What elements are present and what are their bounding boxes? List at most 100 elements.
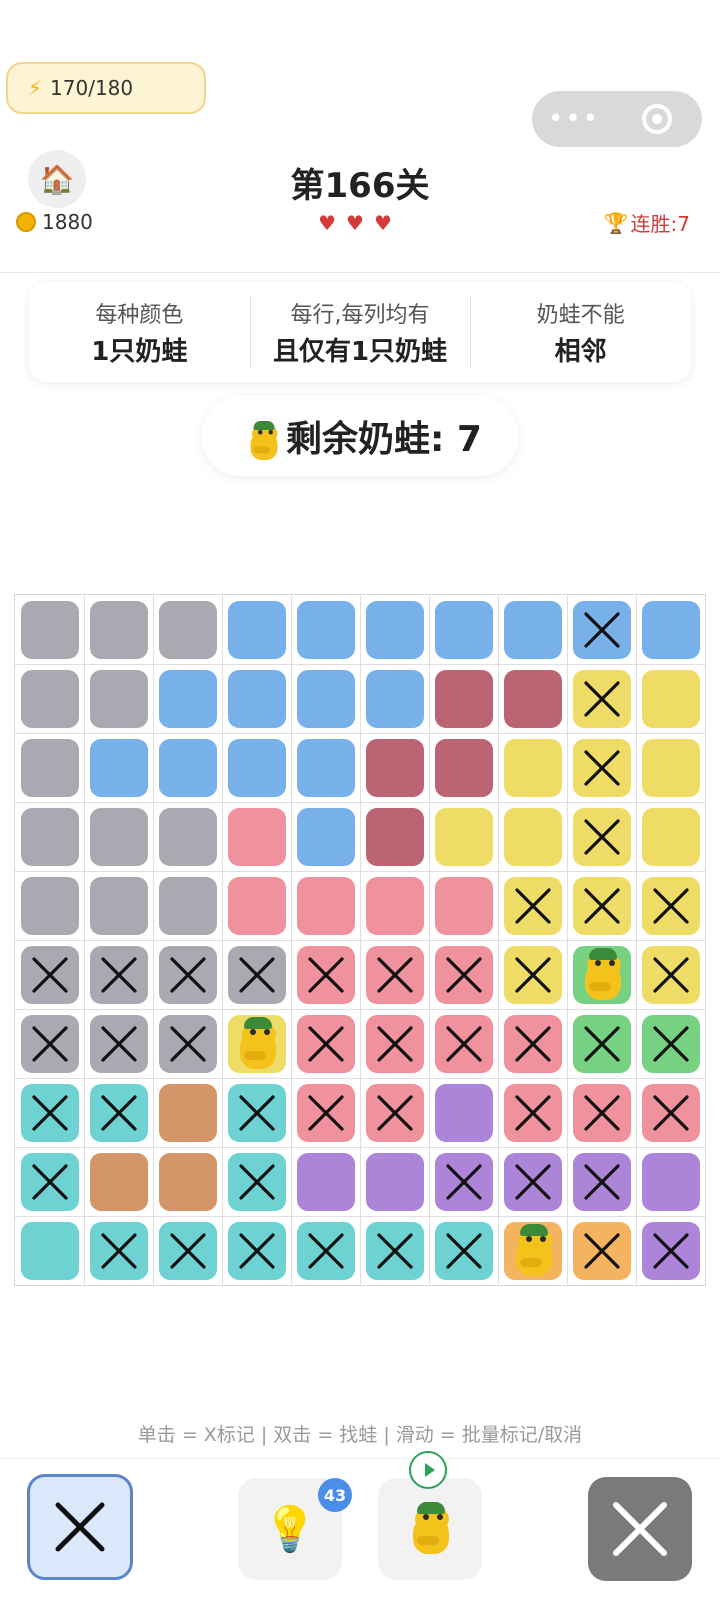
board-cell[interactable]: [434, 1083, 493, 1142]
board-cell[interactable]: [227, 1152, 286, 1211]
board-cell[interactable]: [365, 738, 424, 797]
board-cell[interactable]: [89, 945, 148, 1004]
board-cell[interactable]: [641, 738, 700, 797]
board-cell[interactable]: [503, 1014, 562, 1073]
board-cell[interactable]: [89, 1152, 148, 1211]
board-cell[interactable]: [158, 600, 217, 659]
board-cell[interactable]: [572, 1014, 631, 1073]
board-cell[interactable]: [503, 669, 562, 728]
board-cell[interactable]: [641, 1152, 700, 1211]
board-cell[interactable]: [503, 876, 562, 935]
board-cell[interactable]: [20, 1221, 79, 1280]
board-cell[interactable]: [89, 1083, 148, 1142]
board-cell[interactable]: [641, 945, 700, 1004]
board-cell[interactable]: [503, 1152, 562, 1211]
energy-pill[interactable]: ⚡ 170/180: [6, 62, 206, 114]
board-cell[interactable]: [227, 1014, 286, 1073]
board-cell[interactable]: [434, 1014, 493, 1073]
board-cell[interactable]: [365, 876, 424, 935]
board-cell[interactable]: [572, 1083, 631, 1142]
x-mark-mode-button[interactable]: [27, 1474, 133, 1580]
board-cell[interactable]: [296, 945, 355, 1004]
board-cell[interactable]: [503, 600, 562, 659]
board-cell[interactable]: [227, 876, 286, 935]
board-cell[interactable]: [365, 1014, 424, 1073]
board-cell[interactable]: [296, 807, 355, 866]
board-cell[interactable]: [89, 1014, 148, 1073]
board-cell[interactable]: [365, 669, 424, 728]
find-frog-button[interactable]: [378, 1478, 482, 1580]
board-cell[interactable]: [365, 807, 424, 866]
board-cell[interactable]: [365, 600, 424, 659]
board-cell[interactable]: [158, 1014, 217, 1073]
board-cell[interactable]: [503, 1221, 562, 1280]
board-cell[interactable]: [572, 807, 631, 866]
board-cell[interactable]: [158, 807, 217, 866]
board-cell[interactable]: [365, 1083, 424, 1142]
board-cell[interactable]: [641, 1083, 700, 1142]
board-cell[interactable]: [20, 738, 79, 797]
board-cell[interactable]: [227, 807, 286, 866]
board-cell[interactable]: [20, 876, 79, 935]
board-cell[interactable]: [641, 1014, 700, 1073]
board-cell[interactable]: [20, 600, 79, 659]
board-cell[interactable]: [20, 1014, 79, 1073]
board-cell[interactable]: [89, 600, 148, 659]
board-cell[interactable]: [20, 945, 79, 1004]
target-icon[interactable]: [642, 104, 672, 134]
board-cell[interactable]: [227, 1083, 286, 1142]
board-cell[interactable]: [227, 600, 286, 659]
board-cell[interactable]: [434, 945, 493, 1004]
board-cell[interactable]: [227, 1221, 286, 1280]
board-cell[interactable]: [641, 669, 700, 728]
board-cell[interactable]: [641, 600, 700, 659]
board-cell[interactable]: [227, 945, 286, 1004]
board-cell[interactable]: [296, 1083, 355, 1142]
board-cell[interactable]: [572, 1221, 631, 1280]
board-cell[interactable]: [365, 1221, 424, 1280]
board-cell[interactable]: [365, 1152, 424, 1211]
board-cell[interactable]: [434, 738, 493, 797]
board-cell[interactable]: [296, 1221, 355, 1280]
board-cell[interactable]: [296, 738, 355, 797]
board-cell[interactable]: [89, 876, 148, 935]
board-cell[interactable]: [158, 1083, 217, 1142]
board-cell[interactable]: [503, 1083, 562, 1142]
board-cell[interactable]: [434, 600, 493, 659]
board-cell[interactable]: [20, 807, 79, 866]
board-cell[interactable]: [158, 1152, 217, 1211]
board-cell[interactable]: [365, 945, 424, 1004]
board-cell[interactable]: [296, 876, 355, 935]
board-cell[interactable]: [296, 1152, 355, 1211]
board-cell[interactable]: [20, 1083, 79, 1142]
board-cell[interactable]: [572, 876, 631, 935]
board-cell[interactable]: [89, 807, 148, 866]
board-cell[interactable]: [434, 1152, 493, 1211]
board-cell[interactable]: [572, 1152, 631, 1211]
board-cell[interactable]: [434, 669, 493, 728]
board-cell[interactable]: [503, 945, 562, 1004]
board-cell[interactable]: [641, 876, 700, 935]
more-button[interactable]: •••: [532, 104, 616, 134]
board-cell[interactable]: [227, 669, 286, 728]
board-cell[interactable]: [296, 669, 355, 728]
board-cell[interactable]: [158, 945, 217, 1004]
board-cell[interactable]: [572, 669, 631, 728]
board-cell[interactable]: [434, 1221, 493, 1280]
board-cell[interactable]: [434, 876, 493, 935]
board-cell[interactable]: [641, 1221, 700, 1280]
board-cell[interactable]: [20, 669, 79, 728]
board-cell[interactable]: [434, 807, 493, 866]
board-cell[interactable]: [89, 738, 148, 797]
clear-button[interactable]: [588, 1477, 692, 1581]
board-cell[interactable]: [20, 1152, 79, 1211]
board-cell[interactable]: [89, 669, 148, 728]
board-cell[interactable]: [158, 669, 217, 728]
board-cell[interactable]: [572, 738, 631, 797]
board-cell[interactable]: [158, 1221, 217, 1280]
board-cell[interactable]: [296, 1014, 355, 1073]
board-cell[interactable]: [227, 738, 286, 797]
board-cell[interactable]: [89, 1221, 148, 1280]
board-cell[interactable]: [641, 807, 700, 866]
board-cell[interactable]: [158, 738, 217, 797]
